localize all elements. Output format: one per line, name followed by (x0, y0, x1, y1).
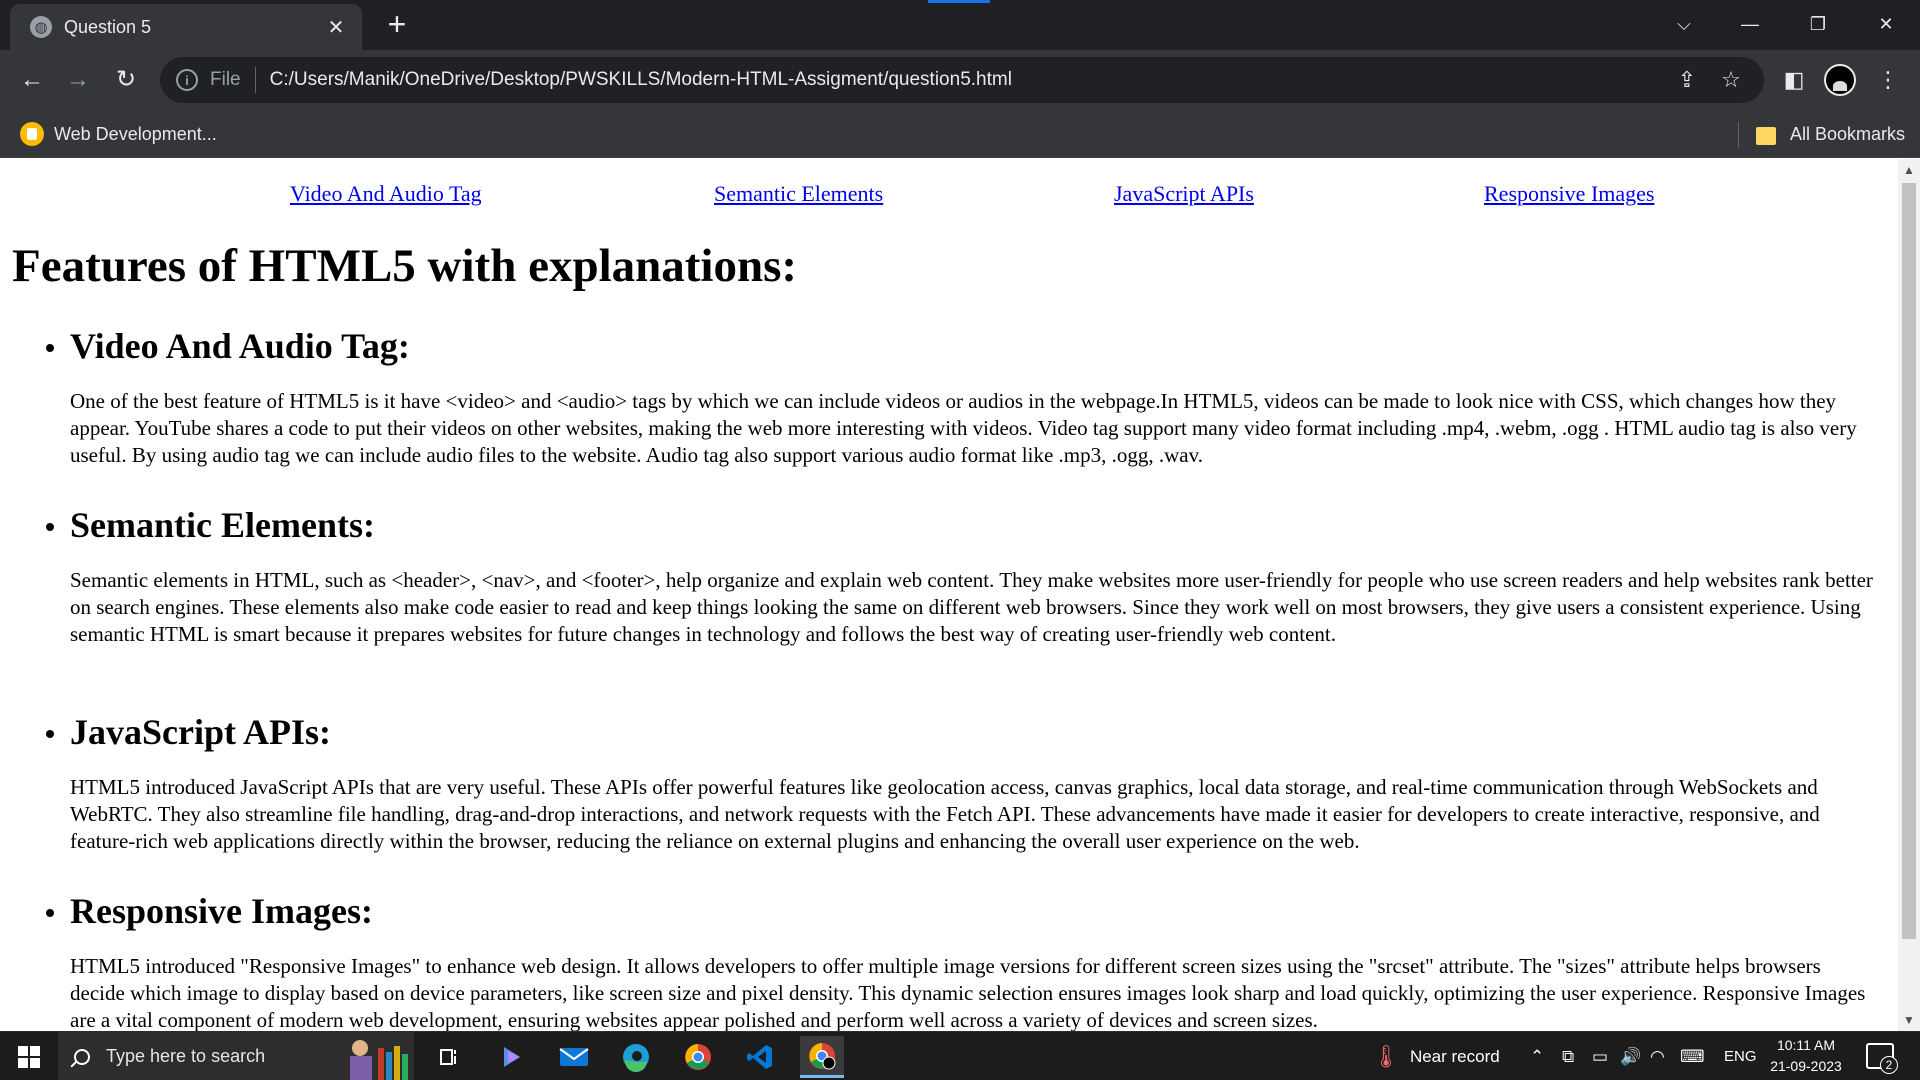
globe-icon: ◍ (30, 16, 52, 38)
search-highlight-icon (350, 1040, 408, 1080)
page-nav: Video And Audio Tag Semantic Elements Ja… (0, 181, 1898, 211)
nav-link-video-audio[interactable]: Video And Audio Tag (290, 181, 482, 207)
folder-icon (1756, 127, 1776, 145)
side-panel-icon[interactable]: ◧ (1776, 62, 1812, 98)
keyboard-icon[interactable]: ⌨ (1680, 1032, 1705, 1080)
tab-search-indicator (928, 0, 990, 3)
nav-link-semantic[interactable]: Semantic Elements (714, 181, 883, 207)
chrome-profile-icon[interactable] (800, 1036, 844, 1078)
close-tab-icon[interactable]: ✕ (324, 15, 348, 40)
windows-start-icon[interactable] (18, 1046, 40, 1068)
bookmarks-bar: Web Development... All Bookmarks (0, 110, 1920, 158)
all-bookmarks-label: All Bookmarks (1790, 123, 1906, 144)
all-bookmarks-button[interactable]: All Bookmarks (1756, 118, 1905, 150)
bullet-icon (46, 344, 54, 352)
forward-arrow-icon[interactable]: → (60, 62, 96, 98)
bullet-icon (46, 523, 54, 531)
restore-button[interactable]: ❐ (1800, 8, 1836, 40)
weather-widget[interactable]: 🌡 Near record (1372, 1032, 1500, 1080)
section-heading: Video And Audio Tag: (70, 326, 410, 366)
back-arrow-icon[interactable]: ← (14, 62, 50, 98)
vertical-scrollbar[interactable]: ▲ ▼ (1898, 159, 1920, 1031)
profile-avatar[interactable] (1824, 64, 1856, 96)
scroll-down-icon[interactable]: ▼ (1898, 1009, 1920, 1031)
address-scheme: File (210, 69, 241, 90)
network-adapter-icon[interactable]: ⧉ (1562, 1032, 1574, 1080)
section-body: HTML5 introduced "Responsive Images" to … (70, 954, 1866, 1031)
browser-toolbar: ← → ↻ i File C:/Users/Manik/OneDrive/Des… (0, 50, 1920, 110)
notification-count-badge: 2 (1880, 1056, 1898, 1074)
tab-question-5[interactable]: ◍ Question 5 ✕ (10, 4, 362, 50)
bookmark-star-icon[interactable]: ☆ (1714, 67, 1748, 93)
language-indicator[interactable]: ENG (1724, 1032, 1757, 1080)
section-body: Semantic elements in HTML, such as <head… (70, 568, 1873, 646)
tab-search-chevron-icon[interactable]: ⌵ (1666, 8, 1702, 40)
reload-icon[interactable]: ↻ (108, 62, 144, 98)
close-window-button[interactable]: ✕ (1868, 8, 1904, 40)
tab-title: Question 5 (64, 16, 152, 37)
info-icon[interactable]: i (176, 69, 198, 91)
section-heading: Responsive Images: (70, 891, 373, 931)
bullet-icon (46, 730, 54, 738)
section-body: One of the best feature of HTML5 is it h… (70, 389, 1857, 467)
copilot-icon[interactable] (490, 1036, 534, 1078)
address-bar[interactable]: i File C:/Users/Manik/OneDrive/Desktop/P… (160, 57, 1764, 103)
search-placeholder: Type here to search (106, 1046, 266, 1066)
tab-strip: ◍ Question 5 ✕ + ⌵ — ❐ ✕ (0, 0, 1920, 50)
page-viewport: Video And Audio Tag Semantic Elements Ja… (0, 159, 1898, 1031)
new-tab-button[interactable]: + (382, 8, 412, 40)
nav-link-javascript-apis[interactable]: JavaScript APIs (1114, 181, 1254, 207)
clock[interactable]: 10:11 AM 21-09-2023 (1766, 1035, 1846, 1077)
edge-icon[interactable] (614, 1036, 658, 1078)
section-heading: JavaScript APIs: (70, 712, 331, 752)
address-divider (254, 67, 256, 93)
bookmark-label: Web Development... (54, 123, 217, 144)
scroll-up-icon[interactable]: ▲ (1898, 159, 1920, 181)
search-icon (74, 1048, 90, 1065)
menu-kebab-icon[interactable]: ⋮ (1870, 62, 1906, 98)
thermometer-icon: 🌡 (1372, 1043, 1400, 1069)
share-icon[interactable]: ⇪ (1670, 67, 1704, 93)
address-url[interactable]: C:/Users/Manik/OneDrive/Desktop/PWSKILLS… (270, 69, 1660, 91)
weather-text: Near record (1409, 1046, 1500, 1066)
show-hidden-icons-icon[interactable]: ⌃ (1530, 1032, 1544, 1080)
wifi-icon[interactable]: ◠ (1650, 1032, 1665, 1080)
chrome-icon[interactable] (676, 1036, 720, 1078)
clock-date: 21-09-2023 (1770, 1058, 1842, 1074)
mail-icon[interactable] (552, 1036, 596, 1078)
section-heading: Semantic Elements: (70, 505, 375, 545)
vscode-icon[interactable] (738, 1036, 782, 1078)
bullet-icon (46, 909, 54, 917)
bookmarks-divider (1738, 122, 1739, 148)
bookmark-favicon-icon (20, 122, 44, 146)
bookmark-web-development[interactable]: Web Development... (20, 118, 217, 150)
clock-time: 10:11 AM (1776, 1037, 1836, 1053)
page-title: Features of HTML5 with explanations: (12, 240, 798, 292)
task-view-icon[interactable] (428, 1036, 472, 1078)
scrollbar-thumb[interactable] (1902, 183, 1916, 939)
minimize-button[interactable]: — (1732, 8, 1768, 40)
section-body: HTML5 introduced JavaScript APIs that ar… (70, 775, 1820, 853)
windows-taskbar: Type here to search 🌡 Near record ⌃ ⧉ ▭ … (0, 1031, 1920, 1080)
nav-link-responsive-images[interactable]: Responsive Images (1484, 181, 1654, 207)
speaker-icon[interactable]: 🔊 (1620, 1032, 1641, 1080)
battery-icon[interactable]: ▭ (1592, 1032, 1608, 1080)
